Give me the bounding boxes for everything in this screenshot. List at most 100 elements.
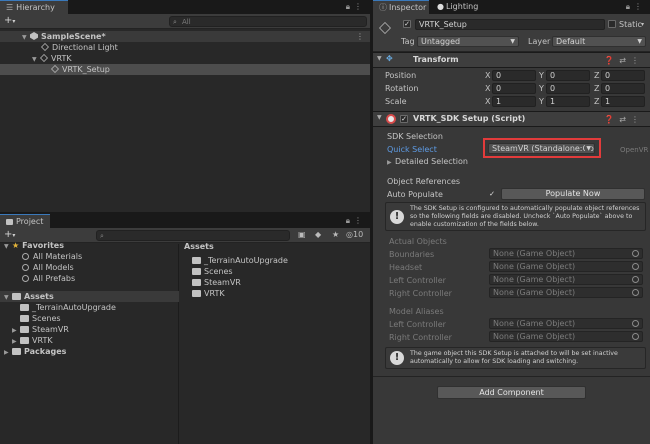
assets-tree-item[interactable]: ▶ VRTK xyxy=(12,335,53,346)
populate-now-button[interactable]: Populate Now xyxy=(501,188,645,200)
component-enabled-checkbox[interactable]: ✓ xyxy=(400,115,408,123)
chevron-down-icon[interactable]: ▼ xyxy=(377,114,382,121)
left-controller-object-field[interactable]: None (Game Object) xyxy=(489,274,643,285)
detailed-selection-foldout[interactable]: ▶ Detailed Selection xyxy=(387,156,468,167)
assets-tree-root[interactable]: ▼ Assets xyxy=(0,291,179,302)
folder-label: Scenes xyxy=(32,314,61,323)
filter-label-icon[interactable]: ◆ xyxy=(315,230,321,239)
folder-label: SteamVR xyxy=(32,325,69,334)
object-picker-icon[interactable] xyxy=(632,320,639,327)
object-name-field[interactable]: VRTK_Setup xyxy=(415,19,605,30)
object-picker-icon[interactable] xyxy=(632,276,639,283)
auto-populate-info-box: ! The SDK Setup is configured to automat… xyxy=(385,202,646,231)
quick-select-label: Quick Select xyxy=(387,145,437,154)
alias-right-controller-object-field[interactable]: None (Game Object) xyxy=(489,331,643,342)
tab-lighting[interactable]: ● Lighting xyxy=(431,0,489,14)
search-placeholder: All xyxy=(182,18,191,26)
more-icon[interactable]: ⋮ xyxy=(354,216,366,225)
assets-tree-item[interactable]: _TerrainAutoUpgrade xyxy=(20,302,116,313)
layer-dropdown[interactable]: Default ▼ xyxy=(552,36,646,47)
hierarchy-item-scene[interactable]: ▼ SampleScene* ⋮ xyxy=(0,31,370,42)
project-tab-icons: 🔒︎⋮ xyxy=(346,216,366,226)
preset-icon[interactable]: ⇄ xyxy=(619,115,631,124)
inspector-divider xyxy=(373,376,650,377)
favorite-item[interactable]: All Prefabs xyxy=(22,273,75,284)
packages-tree-root[interactable]: ▶ Packages xyxy=(4,346,66,357)
more-icon[interactable]: ⋮ xyxy=(634,2,646,11)
filter-type-icon[interactable]: ▣ xyxy=(298,230,306,239)
create-button[interactable]: +▾ xyxy=(4,15,15,26)
hierarchy-item-vrtk[interactable]: ▼ VRTK xyxy=(0,53,370,64)
static-checkbox[interactable] xyxy=(608,20,616,28)
tab-hierarchy-label: Hierarchy xyxy=(16,3,55,12)
favorites-header[interactable]: ▼ ★ Favorites xyxy=(4,240,64,251)
quick-select-dropdown[interactable]: SteamVR (Standalone:Ope ▼ xyxy=(488,143,595,154)
lock-icon[interactable]: 🔒︎ xyxy=(346,216,354,225)
bottom-info-text: The game object this SDK Setup is attach… xyxy=(410,350,618,365)
transform-header[interactable]: ▼ ✥ Transform ❓⇄⋮ xyxy=(373,52,650,68)
right-controller-object-field[interactable]: None (Game Object) xyxy=(489,287,643,298)
sdk-setup-header[interactable]: ▼ ✓ VRTK_SDK Setup (Script) ❓⇄⋮ xyxy=(373,111,650,127)
axis-z-label: Z xyxy=(594,84,600,93)
rotation-z-field[interactable]: 0 xyxy=(601,83,645,94)
rotation-y-field[interactable]: 0 xyxy=(546,83,590,94)
axis-z-label: Z xyxy=(594,71,600,80)
script-icon xyxy=(386,114,396,124)
tab-inspector[interactable]: ⓘ Inspector xyxy=(373,0,429,14)
hierarchy-item-directional-light[interactable]: Directional Light xyxy=(0,42,370,53)
more-icon[interactable]: ⋮ xyxy=(631,115,644,124)
chevron-right-icon[interactable]: ▶ xyxy=(4,347,12,358)
help-icon[interactable]: ❓ xyxy=(604,56,619,65)
asset-item[interactable]: VRTK xyxy=(192,288,225,299)
scale-y-field[interactable]: 1 xyxy=(546,96,590,107)
more-icon[interactable]: ⋮ xyxy=(354,2,366,11)
object-picker-icon[interactable] xyxy=(632,289,639,296)
favorite-star-icon[interactable]: ★ xyxy=(332,230,339,239)
scale-x-field[interactable]: 1 xyxy=(492,96,536,107)
favorite-item[interactable]: All Materials xyxy=(22,251,82,262)
chevron-down-icon: ▾ xyxy=(12,232,16,239)
help-icon[interactable]: ❓ xyxy=(604,115,619,124)
boundaries-object-field[interactable]: None (Game Object) xyxy=(489,248,643,259)
hierarchy-search-input[interactable]: ⌕ All xyxy=(169,16,367,27)
chevron-down-icon[interactable]: ▼ xyxy=(4,241,12,252)
asset-item[interactable]: Scenes xyxy=(192,266,233,277)
tab-hierarchy[interactable]: ☰ Hierarchy xyxy=(0,0,68,14)
preset-icon[interactable]: ⇄ xyxy=(619,56,631,65)
more-icon[interactable]: ⋮ xyxy=(631,56,644,65)
auto-populate-checkbox[interactable]: ✓ xyxy=(488,190,496,198)
component-icons: ❓⇄⋮ xyxy=(604,54,644,67)
project-search-input[interactable]: ⌕ xyxy=(96,230,290,241)
object-picker-icon[interactable] xyxy=(632,333,639,340)
assets-tree-item[interactable]: ▶ SteamVR xyxy=(12,324,69,335)
hierarchy-item-vrtk-setup[interactable]: VRTK_Setup xyxy=(0,64,370,75)
position-x-field[interactable]: 0 xyxy=(492,70,536,81)
chevron-down-icon[interactable]: ▾ xyxy=(641,21,644,28)
favorite-item[interactable]: All Models xyxy=(22,262,74,273)
tag-dropdown[interactable]: Untagged ▼ xyxy=(417,36,519,47)
chevron-down-icon[interactable]: ▼ xyxy=(377,55,382,62)
create-button[interactable]: +▾ xyxy=(4,229,15,240)
asset-label: Scenes xyxy=(204,267,233,276)
hidden-packages-icon[interactable]: ◎10 xyxy=(346,230,363,239)
position-y-field[interactable]: 0 xyxy=(546,70,590,81)
assets-pane-title: Assets xyxy=(184,242,214,251)
lock-icon[interactable]: 🔒︎ xyxy=(346,2,354,11)
alias-right-controller-label: Right Controller xyxy=(389,333,452,342)
rotation-x-field[interactable]: 0 xyxy=(492,83,536,94)
object-picker-icon[interactable] xyxy=(632,250,639,257)
asset-item[interactable]: _TerrainAutoUpgrade xyxy=(192,255,288,266)
lock-icon[interactable]: 🔒︎ xyxy=(626,2,634,11)
tab-project[interactable]: Project xyxy=(0,214,50,228)
assets-tree-item[interactable]: Scenes xyxy=(20,313,61,324)
headset-object-field[interactable]: None (Game Object) xyxy=(489,261,643,272)
add-component-button[interactable]: Add Component xyxy=(437,386,586,399)
more-icon[interactable]: ⋮ xyxy=(356,31,364,42)
alias-left-controller-object-field[interactable]: None (Game Object) xyxy=(489,318,643,329)
active-checkbox[interactable]: ✓ xyxy=(403,20,411,28)
object-picker-icon[interactable] xyxy=(632,263,639,270)
scale-z-field[interactable]: 1 xyxy=(601,96,645,107)
position-z-field[interactable]: 0 xyxy=(601,70,645,81)
chevron-down-icon[interactable]: ▼ xyxy=(4,292,12,303)
asset-item[interactable]: SteamVR xyxy=(192,277,241,288)
